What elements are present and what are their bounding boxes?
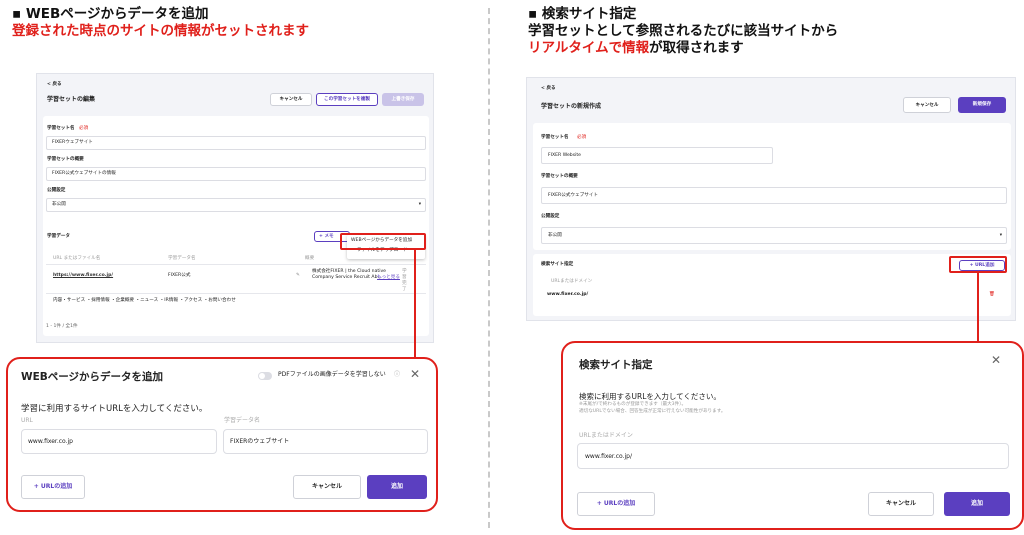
row-status: 学習完了 [402, 269, 407, 292]
cancel-button[interactable]: キャンセル [903, 97, 951, 113]
data-label: 学習データ [47, 234, 70, 239]
modal-submit-button[interactable]: 追加 [944, 492, 1010, 516]
page-title: 学習セットの編集 [47, 96, 96, 103]
data-name-input[interactable]: FIXERのウェブサイト [223, 429, 428, 454]
url-input[interactable]: www.fixer.co.jp/ [577, 443, 1009, 469]
url-input[interactable]: www.fixer.co.jp [21, 429, 217, 454]
connector-line [414, 250, 416, 358]
url-add-highlight [949, 256, 1007, 273]
create-screen: < 戻る 学習セットの新規作成 キャンセル 新規保存 学習セット名 必須 FIX… [526, 77, 1016, 321]
col-name-header: 学習データ名 [168, 256, 196, 261]
col-summary-header: 概要 [305, 256, 315, 261]
pdf-toggle[interactable] [258, 372, 272, 380]
modal-instruction: 検索に利用するURLを入力してください。 [579, 392, 721, 401]
modal-title: WEBページからデータを追加 [21, 371, 164, 383]
form-card: 学習セット名 必須 FIXERウェブサイト 学習セットの概要 FIXER公式ウェ… [43, 116, 429, 336]
summary-label: 学習セットの概要 [47, 157, 84, 162]
edit-screen: < 戻る 学習セットの編集 キャンセル この学習セットを複製 上書き保存 学習セ… [36, 73, 434, 343]
summary-label: 学習セットの概要 [541, 174, 578, 179]
left-heading: ▪ WEBページからデータを追加 [12, 6, 209, 22]
add-url-button[interactable]: + URLの追加 [21, 475, 85, 499]
summary-field[interactable]: FIXER公式ウェブサイトの情報 [46, 167, 426, 181]
row-tags: 内容・サービス ・採用情報 ・企業概要 ・ニュース ・IR情報 ・アクセス ・お… [53, 298, 236, 303]
url-field-label: URLまたはドメイン [579, 432, 633, 439]
row-url-link[interactable]: https://www.fixer.co.jp/ [53, 273, 113, 279]
form-card: 学習セット名 必須 FIXER Website 学習セットの概要 FIXER公式… [533, 123, 1011, 250]
back-link[interactable]: < 戻る [47, 82, 62, 88]
table-row: https://www.fixer.co.jp/ FIXER公式 ✎ 株式会社F… [46, 264, 426, 294]
web-add-modal: WEBページからデータを追加 PDFファイルの画像データを学習しない ⓘ ✕ 学… [6, 357, 438, 512]
menu-highlight [340, 233, 426, 250]
copy-set-button[interactable]: この学習セットを複製 [316, 93, 378, 106]
modal-submit-button[interactable]: 追加 [367, 475, 427, 499]
right-subheading-2: リアルタイムで情報が取得されます [528, 40, 744, 56]
modal-note-1: ※末尾が/で終わるものが登録できます（最大3件）。 [579, 402, 687, 407]
public-select[interactable]: 非公開 ▾ [541, 227, 1007, 244]
add-url-button[interactable]: + URLの追加 [577, 492, 655, 516]
back-link[interactable]: < 戻る [541, 86, 556, 92]
modal-note-2: 適切なURLでない場合、回答生成が正常に行えない可能性があります。 [579, 409, 726, 414]
name-field[interactable]: FIXER Website [541, 147, 773, 164]
site-url: www.fixer.co.jp/ [547, 292, 589, 297]
right-heading: ▪ 検索サイト指定 [528, 6, 637, 22]
pagination: 1 - 1件 / 全1件 [46, 324, 78, 329]
info-icon[interactable]: ⓘ [394, 371, 400, 379]
close-icon[interactable]: ✕ [410, 367, 420, 381]
public-label: 公開設定 [47, 188, 66, 193]
name-field[interactable]: FIXERウェブサイト [46, 136, 426, 150]
page-title: 学習セットの新規作成 [541, 103, 602, 110]
url-field-label: URL [21, 417, 33, 424]
modal-instruction: 学習に利用するサイトURLを入力してください。 [21, 404, 208, 414]
edit-icon[interactable]: ✎ [296, 273, 300, 279]
required-badge: 必須 [577, 135, 587, 140]
modal-cancel-button[interactable]: キャンセル [293, 475, 361, 499]
right-subheading-1: 学習セットとして参照されるたびに該当サイトから [528, 23, 839, 39]
pdf-toggle-label: PDFファイルの画像データを学習しない [278, 371, 386, 378]
public-select[interactable]: 非公開 ▾ [46, 198, 426, 212]
required-badge: 必須 [79, 126, 89, 131]
overwrite-save-button[interactable]: 上書き保存 [382, 93, 424, 106]
modal-title: 検索サイト指定 [579, 359, 653, 371]
url-col-header: URLまたはドメイン [551, 279, 593, 284]
chevron-down-icon: ▾ [418, 202, 421, 207]
cancel-button[interactable]: キャンセル [270, 93, 312, 106]
search-site-modal: 検索サイト指定 ✕ 検索に利用するURLを入力してください。 ※末尾が/で終わる… [561, 341, 1024, 530]
name-label: 学習セット名 [47, 126, 75, 131]
search-site-label: 検索サイト指定 [541, 262, 574, 267]
row-summary-2: Company Service Recruit Ab... [312, 275, 382, 280]
modal-cancel-button[interactable]: キャンセル [868, 492, 934, 516]
data-name-label: 学習データ名 [224, 417, 261, 424]
left-subheading: 登録された時点のサイトの情報がセットされます [12, 23, 309, 39]
chevron-down-icon: ▾ [999, 233, 1002, 238]
name-label: 学習セット名 [541, 135, 569, 140]
col-url-header: URL またはファイル名 [53, 256, 101, 261]
public-label: 公開設定 [541, 214, 560, 219]
row-name: FIXER公式 [168, 273, 191, 278]
search-site-card: 検索サイト指定 + URL追加 URLまたはドメイン www.fixer.co.… [533, 254, 1011, 316]
center-divider [488, 8, 490, 528]
trash-icon[interactable]: 🗑 [989, 292, 995, 298]
summary-field[interactable]: FIXER公式ウェブサイト [541, 187, 1007, 204]
connector-line [977, 273, 979, 343]
more-link[interactable]: もっと見る [377, 275, 400, 281]
close-icon[interactable]: ✕ [991, 353, 1001, 367]
new-save-button[interactable]: 新規保存 [958, 97, 1006, 113]
